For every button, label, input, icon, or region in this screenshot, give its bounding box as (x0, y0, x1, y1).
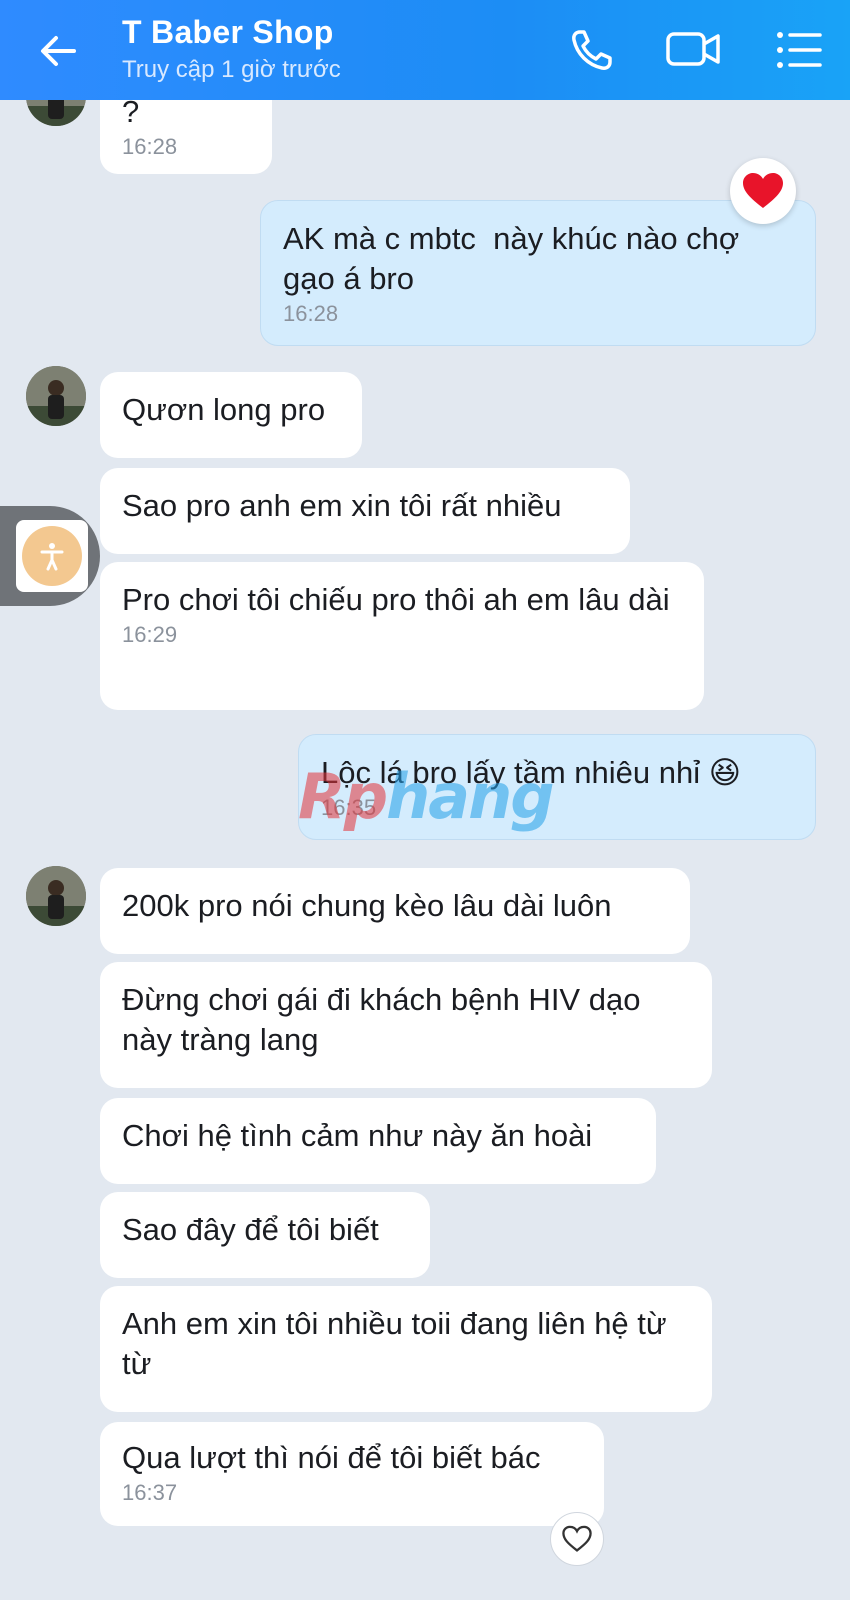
message-bubble[interactable]: Qươn long pro (100, 372, 362, 458)
message-bubble[interactable]: Pro chơi tôi chiếu pro thôi ah em lâu dà… (100, 562, 704, 710)
message-text: Sao pro anh em xin tôi rất nhiều (122, 488, 562, 523)
message-text: Chơi hệ tình cảm như này ăn hoài (122, 1118, 593, 1153)
message-bubble[interactable]: Sao đây để tôi biết (100, 1192, 430, 1278)
message-bubble[interactable]: Anh em xin tôi nhiều toii đang liên hệ t… (100, 1286, 712, 1412)
heart-icon (743, 173, 783, 208)
message-reaction[interactable] (730, 158, 796, 224)
message-bubble[interactable]: Sao pro anh em xin tôi rất nhiều (100, 468, 630, 554)
phone-icon (572, 30, 612, 70)
options-menu-button[interactable] (772, 24, 828, 76)
list-menu-icon (777, 32, 822, 68)
message-text: 200k pro nói chung kèo lâu dài luôn (122, 888, 612, 923)
message-bubble[interactable]: Qua lượt thì nói để tôi biết bác 16:37 (100, 1422, 604, 1526)
message-text: Lộc lá bro lấy tầm nhiêu nhỉ 😆 (321, 755, 742, 790)
contact-avatar[interactable] (26, 366, 86, 426)
message-bubble[interactable]: Lộc lá bro lấy tầm nhiêu nhỉ 😆 16:35 (298, 734, 816, 840)
message-text: AK mà c mbtc này khúc nào chợ gạo á bro (283, 221, 748, 296)
message-time: 16:29 (122, 622, 178, 647)
chat-header: T Baber Shop Truy cập 1 giờ trước (0, 0, 850, 100)
call-button[interactable] (566, 24, 622, 76)
message-time: 16:28 (283, 301, 339, 326)
message-time: 16:28 (122, 134, 178, 159)
message-time: 16:35 (321, 795, 377, 820)
contact-avatar[interactable] (26, 866, 86, 926)
message-bubble[interactable]: Đừng chơi gái đi khách bệnh HIV dạo này … (100, 962, 712, 1088)
back-button[interactable] (34, 26, 84, 76)
accessibility-button[interactable] (0, 506, 100, 606)
contact-name[interactable]: T Baber Shop (122, 14, 334, 51)
message-text: Qua lượt thì nói để tôi biết bác (122, 1440, 541, 1475)
like-reaction-button[interactable] (550, 1512, 604, 1566)
message-text: Pro chơi tôi chiếu pro thôi ah em lâu dà… (122, 582, 670, 617)
message-bubble[interactable]: 200k pro nói chung kèo lâu dài luôn (100, 868, 690, 954)
last-seen-status: Truy cập 1 giờ trước (122, 56, 341, 83)
message-text: Qươn long pro (122, 392, 326, 427)
message-text: Anh em xin tôi nhiều toii đang liên hệ t… (122, 1306, 676, 1381)
message-time: 16:37 (122, 1480, 178, 1505)
video-camera-icon (666, 32, 720, 66)
back-arrow-icon (41, 36, 76, 66)
message-bubble[interactable]: AK mà c mbtc này khúc nào chợ gạo á bro … (260, 200, 816, 346)
message-text: Đừng chơi gái đi khách bệnh HIV dạo này … (122, 982, 650, 1057)
accessibility-icon (40, 543, 64, 571)
heart-outline-icon (562, 1525, 592, 1552)
video-call-button[interactable] (666, 24, 722, 76)
message-text: Sao đây để tôi biết (122, 1212, 379, 1247)
message-bubble[interactable]: Chơi hệ tình cảm như này ăn hoài (100, 1098, 656, 1184)
